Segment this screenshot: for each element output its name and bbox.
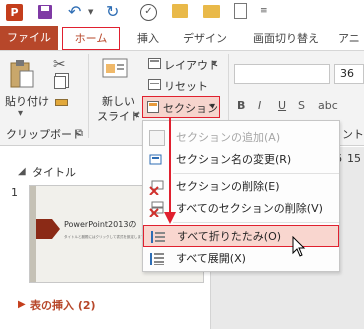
undo-dropdown-icon[interactable]: ▼ — [88, 8, 93, 16]
ribbon-separator — [88, 54, 89, 138]
open-folder-icon[interactable] — [203, 5, 220, 18]
section-icon — [147, 101, 159, 113]
bold-icon[interactable]: B — [237, 99, 245, 112]
copy-icon[interactable] — [54, 76, 66, 89]
new-slide-dropdown-icon[interactable]: ▾ — [134, 110, 139, 121]
section-button[interactable]: セクション ▾ — [142, 96, 220, 118]
expand-triangle-icon[interactable]: ▶ — [18, 299, 26, 310]
clipboard-group-label: クリップボード — [6, 128, 83, 141]
ruler-number: 15 — [347, 152, 361, 165]
powerpoint-icon: P — [6, 4, 23, 21]
menu-item-label: セクションの追加(A) — [176, 131, 281, 144]
reset-button[interactable]: リセット — [164, 78, 208, 94]
tab-animations[interactable]: アニ — [338, 29, 364, 49]
font-group-label: ント — [342, 128, 364, 141]
ribbon-tab-bar: ファイル ホーム 挿入 デザイン 画面切り替え アニ — [0, 26, 364, 50]
expand-all-icon — [149, 251, 165, 267]
paste-button-label[interactable]: 貼り付け — [5, 93, 49, 109]
thumb-title: PowerPoint2013の — [64, 220, 137, 229]
annotation-arrow — [164, 118, 176, 224]
font-name-box[interactable] — [234, 64, 330, 84]
menu-item-collapse-all[interactable]: すべて折りたたみ(O) — [143, 225, 339, 247]
collapse-all-icon — [150, 229, 166, 245]
layout-icon[interactable] — [148, 58, 161, 69]
menu-separator — [173, 222, 339, 223]
font-size-value: 36 — [340, 67, 354, 80]
collapse-triangle-icon[interactable]: ◢ — [18, 166, 26, 177]
customize-qat-icon[interactable]: ≡ — [260, 6, 268, 16]
new-file-icon[interactable] — [172, 4, 188, 18]
format-painter-icon[interactable] — [55, 99, 68, 106]
menu-separator — [173, 173, 339, 174]
tab-transitions[interactable]: 画面切り替え — [246, 29, 326, 49]
section-title[interactable]: タイトル — [32, 164, 76, 180]
menu-item-expand-all[interactable]: すべて展開(X) — [143, 248, 339, 270]
check-icon[interactable]: ✓ — [140, 4, 157, 21]
tab-insert[interactable]: 挿入 — [128, 29, 168, 49]
clipboard-launcher-icon[interactable]: ⧉ — [76, 128, 83, 139]
save-icon[interactable] — [38, 5, 52, 19]
shadow-icon[interactable]: abc — [318, 99, 338, 112]
menu-item-label: セクションの削除(E) — [176, 180, 280, 193]
tab-home[interactable]: ホーム — [62, 27, 120, 50]
reset-icon[interactable] — [148, 79, 161, 90]
section-header[interactable]: 表の挿入 (2) — [30, 297, 96, 313]
cut-icon[interactable]: ✂ — [53, 55, 66, 73]
thumb-subtitle: タイトルと副題にはクリックして書式を設定します — [64, 235, 145, 239]
strikethrough-icon[interactable]: S — [298, 99, 305, 112]
tab-design[interactable]: デザイン — [176, 29, 234, 49]
menu-item-label: すべて展開(X) — [176, 252, 246, 265]
new-slide-icon[interactable] — [100, 56, 130, 86]
mouse-cursor-icon — [292, 236, 306, 257]
slide-number: 1 — [11, 186, 18, 199]
menu-item-label: セクション名の変更(R) — [176, 153, 292, 166]
font-size-box[interactable]: 36 — [334, 64, 364, 84]
layout-dropdown-icon[interactable]: ▾ — [212, 58, 217, 69]
layout-button[interactable]: レイアウト — [164, 57, 219, 73]
undo-icon[interactable]: ↶ — [68, 2, 81, 21]
paste-dropdown-icon[interactable]: ▾ — [18, 108, 23, 119]
menu-item-label: すべてのセクションの削除(V) — [176, 202, 323, 215]
underline-icon[interactable]: U — [278, 99, 286, 112]
thumb-red-arrow-decoration — [36, 219, 60, 239]
title-bar: P ↶ ▼ ↻ ✓ ≡ — [0, 0, 364, 26]
menu-item-label: すべて折りたたみ(O) — [177, 230, 282, 243]
new-slide-label-1[interactable]: 新しい — [102, 93, 135, 109]
tab-file[interactable]: ファイル — [0, 26, 58, 50]
paste-icon[interactable] — [9, 59, 35, 89]
new-document-icon[interactable] — [234, 3, 247, 19]
section-dropdown-icon: ▾ — [210, 101, 216, 112]
italic-icon[interactable]: I — [258, 99, 261, 112]
redo-icon[interactable]: ↻ — [106, 2, 119, 21]
